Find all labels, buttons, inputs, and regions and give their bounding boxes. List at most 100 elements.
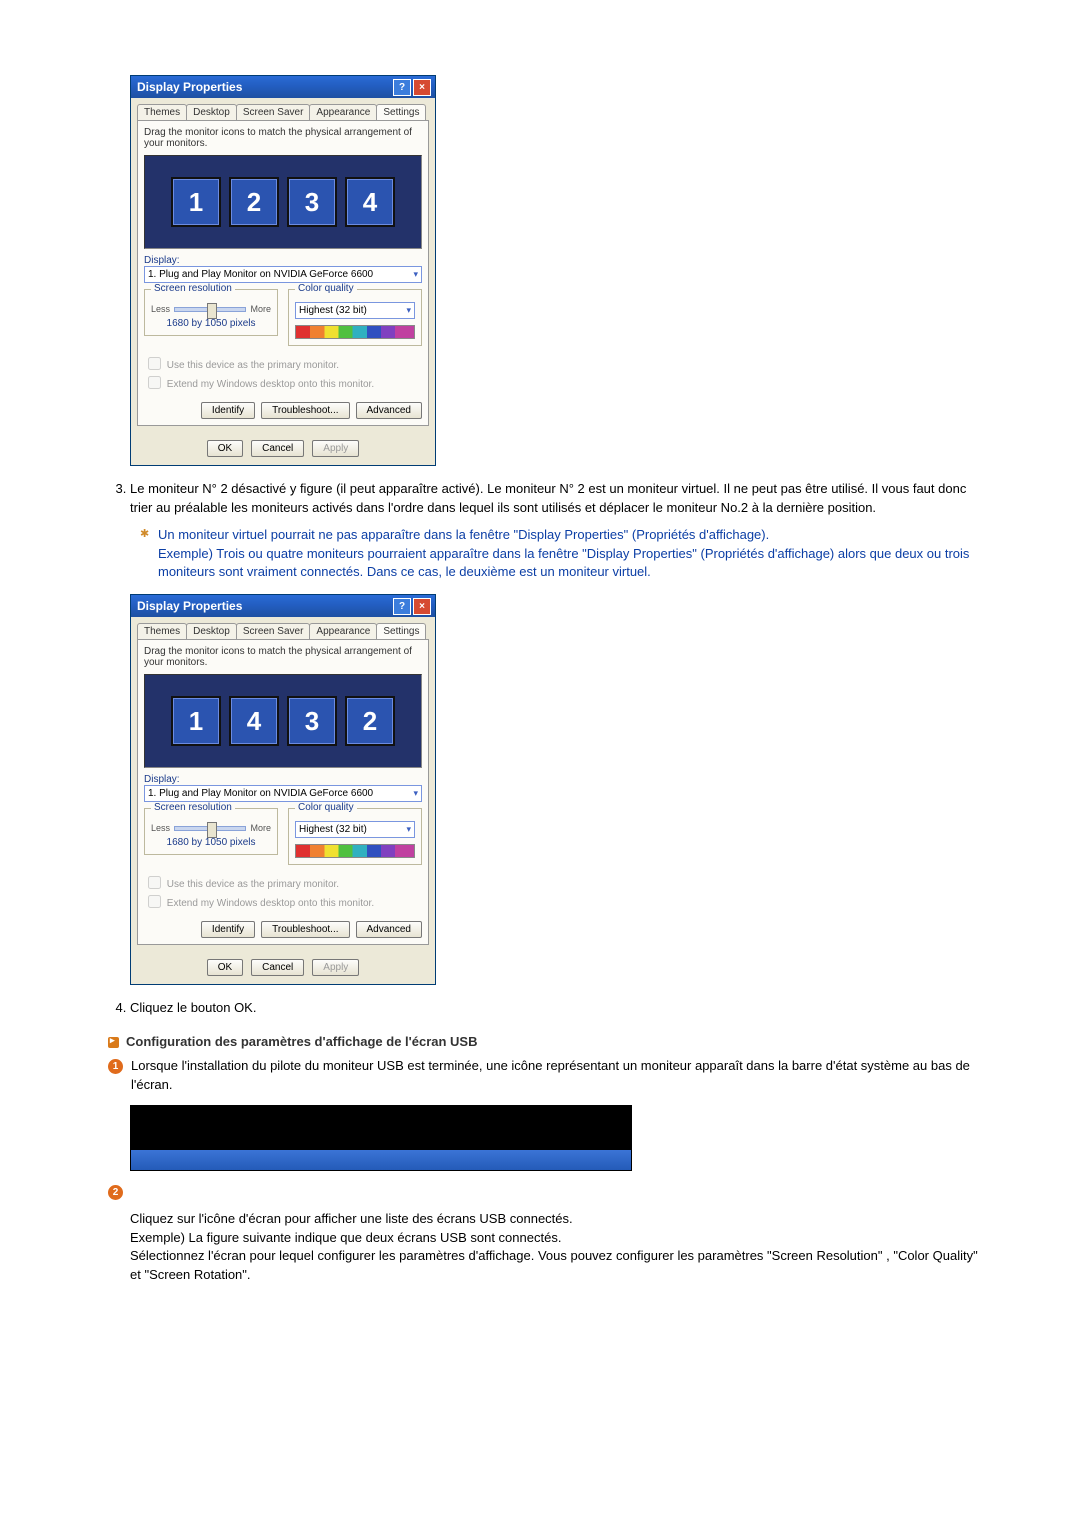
monitor-4[interactable]: 4 — [345, 177, 395, 227]
display-properties-dialog-1: Display Properties ? × Themes Desktop Sc… — [130, 75, 436, 466]
section-heading-usb-display: Configuration des paramètres d'affichage… — [108, 1034, 988, 1049]
address-field — [369, 1152, 461, 1166]
tab-body: Drag the monitor icons to match the phys… — [137, 639, 429, 945]
troubleshoot-button[interactable]: Troubleshoot... — [261, 921, 349, 938]
monitor-2[interactable]: 2 — [345, 696, 395, 746]
note-virtual-monitor: Un moniteur virtuel pourrait ne pas appa… — [130, 526, 988, 583]
tab-appearance[interactable]: Appearance — [309, 623, 377, 639]
tray-icon: ◧ — [539, 1157, 548, 1168]
hint-text: Drag the monitor icons to match the phys… — [144, 646, 422, 668]
tab-desktop[interactable]: Desktop — [186, 623, 237, 639]
tab-screen-saver[interactable]: Screen Saver — [236, 623, 311, 639]
start-button — [131, 1150, 149, 1170]
apply-button: Apply — [312, 440, 359, 457]
color-strip — [295, 325, 415, 339]
display-value: 1. Plug and Play Monitor on NVIDIA GeFor… — [148, 269, 373, 280]
monitor-arrangement[interactable]: 1 2 3 4 — [144, 155, 422, 249]
cancel-button[interactable]: Cancel — [251, 440, 304, 457]
step-4-text: Cliquez le bouton OK. — [130, 999, 988, 1018]
monitor-4[interactable]: 4 — [229, 696, 279, 746]
tray-icon: ⚙ — [582, 1157, 591, 1168]
primary-monitor-checkbox: Use this device as the primary monitor. — [144, 354, 422, 373]
color-quality-group: Color quality Highest (32 bit) ▾ — [288, 289, 422, 346]
tab-desktop[interactable]: Desktop — [186, 104, 237, 120]
identify-button[interactable]: Identify — [201, 921, 255, 938]
titlebar: Display Properties ? × — [131, 76, 435, 98]
bullet-2-lines: Cliquez sur l'icône d'écran pour affiche… — [130, 1210, 988, 1285]
monitor-3[interactable]: 3 — [287, 696, 337, 746]
color-quality-label: Color quality — [295, 283, 357, 294]
checkbox-group: Use this device as the primary monitor. … — [144, 873, 422, 911]
bullet-1-icon: 1 — [108, 1059, 123, 1074]
close-button[interactable]: × — [413, 598, 431, 615]
screen-resolution-group: Screen resolution Less More 1680 by 1050… — [144, 808, 278, 855]
color-quality-dropdown[interactable]: Highest (32 bit) ▾ — [295, 821, 415, 838]
display-label: Display: — [144, 255, 422, 266]
color-quality-label: Color quality — [295, 802, 357, 813]
help-button[interactable]: ? — [393, 79, 411, 96]
display-properties-dialog-2: Display Properties ? × Themes Desktop Sc… — [130, 594, 436, 985]
monitor-2[interactable]: 2 — [229, 177, 279, 227]
tab-settings[interactable]: Settings — [376, 623, 426, 639]
color-quality-group: Color quality Highest (32 bit) ▾ — [288, 808, 422, 865]
address-icon — [316, 1153, 328, 1165]
address-bar: Address — [311, 1150, 466, 1168]
system-tray: ◧ 🖥 🔊 ⚙ 2:25 PM — [539, 1157, 628, 1168]
display-dropdown[interactable]: 1. Plug and Play Monitor on NVIDIA GeFor… — [144, 266, 422, 283]
resolution-slider[interactable] — [174, 307, 246, 312]
screen-resolution-group: Screen resolution Less More 1680 by 1050… — [144, 289, 278, 336]
display-value: 1. Plug and Play Monitor on NVIDIA GeFor… — [148, 788, 373, 799]
bullet-1-text: Lorsque l'installation du pilote du moni… — [131, 1057, 988, 1095]
titlebar: Display Properties ? × — [131, 595, 435, 617]
close-button[interactable]: × — [413, 79, 431, 96]
monitor-1[interactable]: 1 — [171, 696, 221, 746]
monitor-arrangement[interactable]: 1 4 3 2 — [144, 674, 422, 768]
checkbox-group: Use this device as the primary monitor. … — [144, 354, 422, 392]
screen-resolution-label: Screen resolution — [151, 802, 235, 813]
taskbar-screenshot: Address ◧ 🖥 🔊 ⚙ 2:25 PM — [130, 1105, 632, 1171]
color-strip — [295, 844, 415, 858]
primary-monitor-checkbox: Use this device as the primary monitor. — [144, 873, 422, 892]
bullet-2-icon: 2 — [108, 1185, 123, 1200]
ok-button[interactable]: OK — [207, 959, 243, 976]
identify-button[interactable]: Identify — [201, 402, 255, 419]
step-3-text: Le moniteur N° 2 désactivé y figure (il … — [130, 480, 988, 582]
tab-body: Drag the monitor icons to match the phys… — [137, 120, 429, 426]
monitor-3[interactable]: 3 — [287, 177, 337, 227]
display-dropdown[interactable]: 1. Plug and Play Monitor on NVIDIA GeFor… — [144, 785, 422, 802]
tray-time: 2:25 PM — [594, 1157, 628, 1167]
extend-desktop-checkbox: Extend my Windows desktop onto this moni… — [144, 373, 422, 392]
screen-resolution-label: Screen resolution — [151, 283, 235, 294]
tab-appearance[interactable]: Appearance — [309, 104, 377, 120]
monitor-1[interactable]: 1 — [171, 177, 221, 227]
chevron-down-icon: ▾ — [406, 305, 411, 316]
tab-themes[interactable]: Themes — [137, 623, 187, 639]
window-title: Display Properties — [137, 599, 242, 613]
help-button[interactable]: ? — [393, 598, 411, 615]
advanced-button[interactable]: Advanced — [356, 402, 422, 419]
address-label: Address — [332, 1154, 365, 1164]
cancel-button[interactable]: Cancel — [251, 959, 304, 976]
more-label: More — [250, 304, 271, 314]
tab-screen-saver[interactable]: Screen Saver — [236, 104, 311, 120]
color-quality-value: Highest (32 bit) — [299, 824, 367, 835]
troubleshoot-button[interactable]: Troubleshoot... — [261, 402, 349, 419]
window-title: Display Properties — [137, 80, 242, 94]
resolution-slider[interactable] — [174, 826, 246, 831]
tab-themes[interactable]: Themes — [137, 104, 187, 120]
resolution-value: 1680 by 1050 pixels — [151, 837, 271, 848]
tray-icon: 🖥 — [551, 1157, 564, 1168]
more-label: More — [250, 823, 271, 833]
chevron-down-icon: ▾ — [413, 788, 418, 799]
ok-button[interactable]: OK — [207, 440, 243, 457]
tab-row: Themes Desktop Screen Saver Appearance S… — [131, 617, 435, 639]
hint-text: Drag the monitor icons to match the phys… — [144, 127, 422, 149]
tab-settings[interactable]: Settings — [376, 104, 426, 120]
resolution-value: 1680 by 1050 pixels — [151, 318, 271, 329]
apply-button: Apply — [312, 959, 359, 976]
advanced-button[interactable]: Advanced — [356, 921, 422, 938]
extend-desktop-checkbox: Extend my Windows desktop onto this moni… — [144, 892, 422, 911]
color-quality-dropdown[interactable]: Highest (32 bit) ▾ — [295, 302, 415, 319]
chevron-down-icon: ▾ — [413, 269, 418, 280]
less-label: Less — [151, 304, 170, 314]
